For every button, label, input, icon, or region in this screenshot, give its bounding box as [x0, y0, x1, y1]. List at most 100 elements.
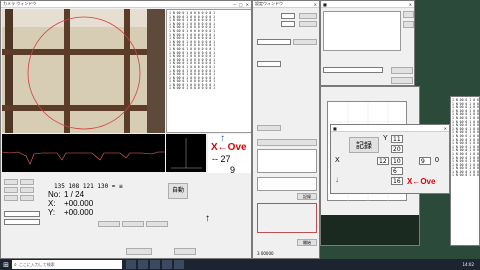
measure-value-7: 16 [391, 177, 403, 185]
settings-field-2[interactable] [281, 21, 295, 27]
scale-readout: 135 108 121 130 = ≡ [54, 183, 123, 190]
settings-button-1[interactable] [299, 13, 317, 19]
graph-toolbar [321, 87, 419, 97]
measure-title-bar: ■ ✕ [331, 125, 449, 132]
settings-button-3[interactable] [293, 39, 317, 45]
measure-zero: 0 [435, 157, 439, 164]
list-title-bar: ■ ✕ [321, 1, 414, 8]
control-button-11[interactable] [174, 248, 196, 255]
list-button-2[interactable] [403, 21, 414, 28]
control-button-6[interactable] [20, 195, 34, 201]
control-button-3[interactable] [4, 187, 18, 193]
side-graph [171, 138, 202, 169]
measure-value-2: 20 [391, 145, 403, 153]
camera-data-table: 1 N 00 0 1 0 0 0 0 0 0 1 1 N 00 0 1 0 0 … [166, 9, 251, 133]
taskbar-search-box[interactable]: ⌕ ここに入力して検索 [12, 260, 122, 269]
no-label: No: [48, 190, 61, 199]
counter-left: -- 27 [212, 154, 231, 164]
close-icon[interactable]: ✕ [314, 2, 317, 7]
measure-record-button[interactable]: 記録 [349, 137, 379, 153]
settings-title: 設定ウィンドウ [255, 1, 283, 6]
settings-button-2[interactable] [299, 21, 317, 27]
camera-window: カメラ ウィンドウ ─ □ ✕ 1 N 00 0 1 0 0 0 0 0 0 1 1… [0, 0, 252, 259]
waveform-graph [1, 151, 165, 165]
camera-view [2, 9, 165, 133]
minimize-icon[interactable]: ─ [233, 2, 235, 7]
settings-list-box-2[interactable] [257, 177, 317, 191]
measure-x-over: X←Ove [407, 177, 436, 186]
measure-value-1: 11 [391, 135, 403, 143]
settings-field-1[interactable] [281, 13, 295, 19]
taskbar-clock[interactable]: 14:02 [462, 262, 474, 267]
control-button-1[interactable] [4, 179, 18, 185]
settings-field-4[interactable] [257, 61, 281, 67]
control-button-7[interactable] [98, 221, 120, 227]
list-box[interactable] [323, 11, 401, 51]
measure-arrow-icon: ↓ [335, 175, 339, 184]
close-icon[interactable]: ✕ [409, 2, 412, 7]
camera-data-text: 1 N 00 0 1 0 0 0 0 0 0 1 1 N 00 0 1 0 0 … [169, 11, 216, 91]
maximize-icon[interactable]: □ [239, 2, 243, 7]
control-button-2[interactable] [20, 179, 34, 185]
control-button-5[interactable] [4, 195, 18, 201]
graph-footer [321, 215, 419, 245]
y-label: Y: [48, 208, 56, 217]
start-button[interactable]: 開始 [297, 239, 317, 246]
list-field-1[interactable] [323, 67, 383, 73]
lower-controls: 135 108 121 130 = ≡ No: 1 / 24 X: +00.00… [2, 173, 251, 258]
camera-title-bar: カメラ ウィンドウ ─ □ ✕ [1, 1, 251, 8]
taskbar: ⊞ ⌕ ここに入力して検索 14:02 [0, 259, 480, 270]
camera-title: カメラ ウィンドウ [3, 1, 37, 6]
x-value: +00.000 [64, 199, 94, 208]
settings-button-5[interactable] [257, 139, 317, 146]
taskbar-app-3[interactable] [150, 260, 160, 269]
settings-field-3[interactable] [257, 39, 291, 45]
measure-title-icon: ■ [333, 125, 337, 131]
settings-window: 設定ウィンドウ ✕ 記録 開始 3 00000 [252, 0, 320, 259]
control-button-10[interactable] [126, 248, 152, 255]
arrow-down-icon: ↑ [205, 213, 210, 224]
close-icon[interactable]: ✕ [246, 2, 249, 7]
no-value: 1 / 24 [64, 190, 85, 199]
waveform-panel [1, 134, 165, 172]
control-button-8[interactable] [122, 221, 144, 227]
right-graph-panel [166, 134, 206, 172]
data-window: 1 N 00 0 1 0 0 0 0 0 0 1 1 N 00 0 1 0 0 … [450, 96, 480, 246]
settings-bottom-label: 3 00000 [257, 251, 274, 256]
control-button-4[interactable] [20, 187, 34, 193]
list-button-4[interactable] [391, 77, 413, 84]
settings-list-box[interactable] [257, 149, 317, 173]
taskbar-app-2[interactable] [138, 260, 148, 269]
taskbar-app-4[interactable] [162, 260, 172, 269]
auto-button[interactable]: 自動 [168, 183, 188, 199]
close-icon[interactable]: ✕ [444, 126, 447, 131]
measure-window: ■ ✕ 記録 Y 11 20 X 12 10 6 9 0 16 X←Ove ↓ [330, 124, 450, 194]
measure-key-y: Y [383, 135, 388, 142]
measure-key-x: X [335, 157, 340, 164]
camera-image [2, 9, 165, 133]
list-title-icon: ■ [323, 1, 327, 7]
x-over-label: X←Ove [211, 142, 247, 153]
search-icon: ⌕ [14, 261, 17, 268]
taskbar-app-5[interactable] [174, 260, 184, 269]
control-button-9[interactable] [146, 221, 168, 227]
measure-value-3: 12 [377, 157, 389, 165]
settings-title-bar: 設定ウィンドウ ✕ [253, 1, 319, 8]
option-field-1[interactable] [4, 211, 40, 217]
record-button[interactable]: 記録 [297, 193, 317, 200]
option-field-2[interactable] [4, 219, 40, 225]
measure-value-6: 9 [419, 157, 431, 165]
taskbar-search-placeholder: ここに入力して検索 [18, 261, 55, 267]
settings-group-box [257, 203, 317, 233]
list-button-1[interactable] [403, 11, 414, 18]
measure-value-5: 6 [391, 167, 403, 175]
list-button-3[interactable] [391, 67, 413, 74]
list-window: ■ ✕ [320, 0, 415, 86]
start-menu-icon[interactable]: ⊞ [0, 259, 12, 270]
data-window-text: 1 N 00 0 1 0 0 0 0 0 0 1 1 N 00 0 1 0 0 … [452, 98, 479, 178]
x-label: X: [48, 199, 56, 208]
settings-button-4[interactable] [257, 125, 281, 131]
taskbar-app-1[interactable] [126, 260, 136, 269]
measure-value-4: 10 [391, 157, 403, 165]
y-value: +00.000 [64, 208, 94, 217]
